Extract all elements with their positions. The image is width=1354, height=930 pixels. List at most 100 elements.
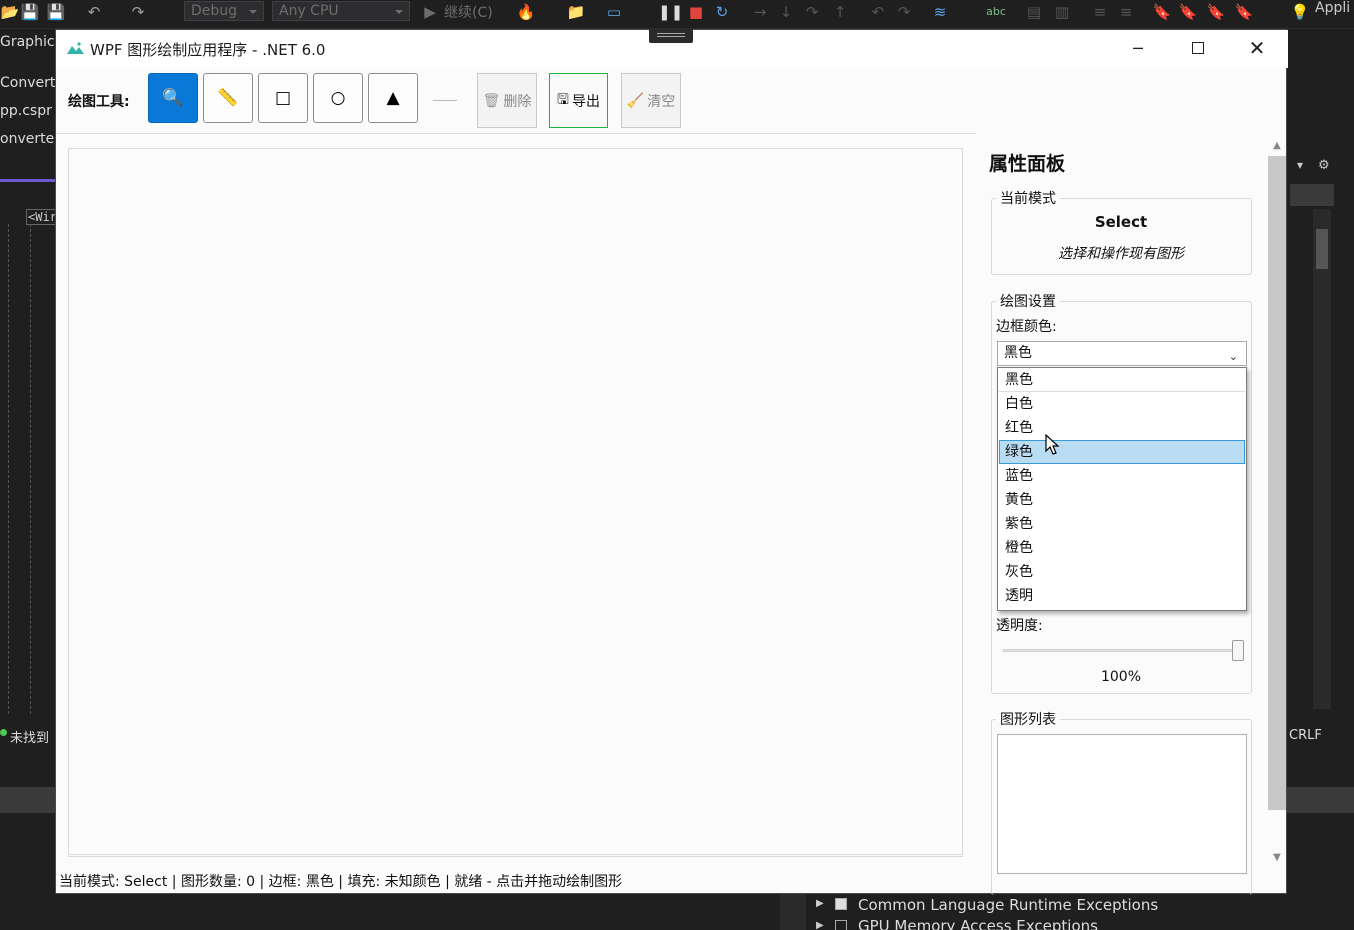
minimize-button[interactable]: ─	[1109, 30, 1167, 66]
redo2-icon[interactable]: ↷	[894, 2, 914, 22]
expand-arrow-icon[interactable]: ▶	[816, 920, 824, 930]
broom-icon: 🧹	[626, 92, 645, 109]
restart-icon[interactable]: ↻	[712, 2, 732, 22]
step-into-icon[interactable]: ↓	[776, 2, 796, 22]
bookmark-clear-icon[interactable]: 🔖	[1234, 2, 1254, 22]
opacity-label: 透明度:	[996, 618, 1043, 634]
ide-tab-csproj[interactable]: pp.cspr	[0, 98, 55, 124]
drawing-canvas[interactable]	[68, 148, 963, 855]
bookmark-prev-icon[interactable]: 🔖	[1178, 2, 1198, 22]
save-disk-icon: 🖫	[557, 91, 569, 108]
redo-icon[interactable]: ↷	[128, 2, 148, 22]
bookmark-next-icon[interactable]: 🔖	[1206, 2, 1226, 22]
color-option[interactable]: 黑色	[999, 368, 1245, 392]
panel-scrollbar-thumb[interactable]	[1268, 156, 1286, 810]
step-back-icon[interactable]: ↷	[802, 2, 822, 22]
open-folder-icon[interactable]: 📂	[0, 2, 20, 22]
scroll-up-icon[interactable]: ▲	[1268, 140, 1286, 151]
stop-icon[interactable]: ■	[686, 2, 706, 22]
ide-scrollbar[interactable]	[1313, 209, 1331, 709]
color-option[interactable]: 蓝色	[999, 464, 1245, 488]
shape-list-title: 图形列表	[996, 709, 1060, 729]
ide-tab-converter2[interactable]: onverte	[0, 126, 55, 152]
shape-list[interactable]	[997, 734, 1247, 874]
magnifier-icon: 🔍	[162, 88, 184, 108]
spellcheck-icon[interactable]: abc	[986, 2, 1006, 22]
app-window: WPF 图形绘制应用程序 - .NET 6.0 ─ ✕ 绘图工具: 🔍 📏 □ …	[55, 29, 1288, 895]
undo2-icon[interactable]: ↶	[868, 2, 888, 22]
platform-select[interactable]: Any CPU	[272, 1, 410, 21]
border-color-select[interactable]: 黑色 ⌄	[997, 341, 1247, 366]
color-dropdown-list[interactable]: 黑色 白色 红色 绿色 蓝色 黄色 紫色 橙色 灰色 透明	[997, 367, 1247, 611]
left-status-text: 未找到	[10, 731, 50, 746]
window-icon[interactable]: ▭	[604, 2, 624, 22]
outdent-icon[interactable]: ≡	[1116, 2, 1136, 22]
exception-checkbox[interactable]	[835, 920, 847, 930]
bookmark-icon[interactable]: 🔖	[1152, 2, 1172, 22]
settings-gear-icon[interactable]: ⚙	[1318, 158, 1330, 173]
circle-icon: ○	[330, 88, 346, 108]
delete-button[interactable]: 🗑 删除	[477, 73, 537, 128]
select-tool-button[interactable]: 🔍	[148, 73, 198, 123]
title-bar[interactable]: WPF 图形绘制应用程序 - .NET 6.0 ─ ✕	[56, 29, 1288, 68]
line-ending-label[interactable]: CRLF	[1289, 728, 1322, 743]
mode-name: Select	[1094, 213, 1148, 231]
clear-button[interactable]: 🧹 清空	[621, 73, 681, 128]
mouse-cursor-icon	[1045, 434, 1060, 455]
color-option-hovered[interactable]: 绿色	[999, 440, 1245, 464]
export-button[interactable]: 🖫 导出	[549, 73, 608, 128]
maximize-button[interactable]	[1169, 30, 1227, 66]
color-option[interactable]: 黄色	[999, 488, 1245, 512]
undo-icon[interactable]: ↶	[84, 2, 104, 22]
color-option[interactable]: 橙色	[999, 536, 1245, 560]
active-tab-indicator	[0, 179, 55, 182]
continue-button[interactable]: 继续(C)	[444, 2, 493, 22]
exception-item[interactable]: Common Language Runtime Exceptions	[858, 896, 1158, 914]
rectangle-tool-button[interactable]: □	[258, 73, 308, 123]
color-option[interactable]: 透明	[999, 584, 1245, 608]
ellipse-tool-button[interactable]: ○	[313, 73, 363, 123]
minimize-icon: ─	[1133, 38, 1143, 58]
chevron-down-icon: ⌄	[1228, 350, 1238, 363]
folder-icon[interactable]: 📁	[566, 2, 586, 22]
step-over-icon[interactable]: →	[750, 2, 770, 22]
play-icon[interactable]: ▶	[420, 2, 440, 22]
format-icon[interactable]: ▤	[1024, 2, 1044, 22]
step-out-icon[interactable]: ↑	[830, 2, 850, 22]
color-option[interactable]: 灰色	[999, 560, 1245, 584]
ide-scrollbar-thumb[interactable]	[1316, 229, 1328, 269]
exception-item[interactable]: GPU Memory Access Exceptions	[858, 917, 1098, 930]
indent-icon[interactable]: ≡	[1090, 2, 1110, 22]
exception-checkbox[interactable]	[835, 898, 847, 910]
save-all-icon[interactable]: 💾	[46, 2, 66, 22]
window-title: WPF 图形绘制应用程序 - .NET 6.0	[90, 41, 326, 59]
opacity-slider-track[interactable]	[1003, 649, 1238, 652]
triangle-tool-button[interactable]: ▲	[368, 73, 418, 123]
line-tool-button[interactable]: 📏	[203, 73, 253, 123]
ide-tab-converter[interactable]: Convert	[0, 70, 55, 96]
lightbulb-icon[interactable]: 💡	[1290, 2, 1310, 22]
save-icon[interactable]: 💾	[20, 2, 40, 22]
expand-arrow-icon[interactable]: ▶	[816, 898, 824, 909]
dropdown-chevron-icon[interactable]: ▾	[1297, 158, 1303, 172]
debug-toolbar-grip[interactable]	[649, 29, 693, 43]
color-option[interactable]: 红色	[999, 416, 1245, 440]
hot-reload-icon[interactable]: 🔥	[516, 2, 536, 22]
ide-tab-graphics[interactable]: Graphic	[0, 29, 55, 55]
color-option[interactable]: 白色	[999, 392, 1245, 416]
mode-description: 选择和操作现有图形	[1058, 246, 1184, 262]
ide-right-label: Appli	[1315, 0, 1351, 16]
toolbar-divider	[56, 133, 976, 134]
color-option[interactable]: 紫色	[999, 512, 1245, 536]
build-config-select[interactable]: Debug	[184, 1, 264, 21]
pause-icon[interactable]: ❚❚	[658, 2, 683, 22]
ide-panel-strip	[0, 787, 55, 813]
mode-group-title: 当前模式	[996, 188, 1060, 208]
close-button[interactable]: ✕	[1228, 30, 1286, 66]
delete-label: 删除	[503, 93, 532, 110]
columns-icon[interactable]: ▥	[1052, 2, 1072, 22]
toolbar-label: 绘图工具:	[68, 94, 130, 110]
opacity-slider-thumb[interactable]	[1232, 640, 1244, 661]
diagnostics-icon[interactable]: ≋	[930, 2, 950, 22]
scroll-down-icon[interactable]: ▼	[1268, 852, 1286, 863]
